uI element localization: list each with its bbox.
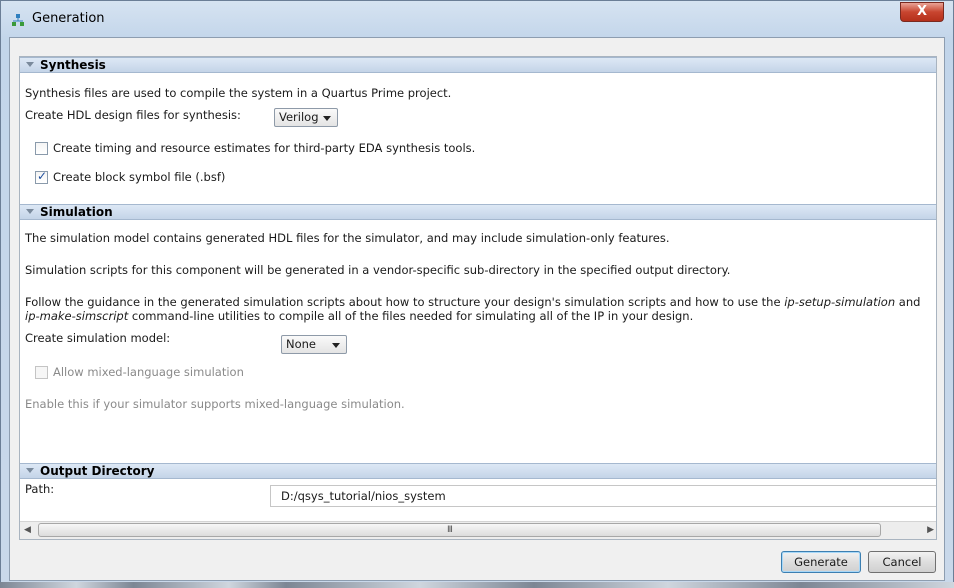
simulation-model-value: None <box>286 337 317 351</box>
generate-button[interactable]: Generate <box>781 551 861 573</box>
mixed-language-checkbox[interactable] <box>35 366 48 379</box>
collapse-triangle-icon[interactable] <box>26 209 34 214</box>
path-label: Path: <box>25 482 55 496</box>
generation-window: Generation X Synthesis Synthesis files a… <box>0 0 954 588</box>
hdl-language-select[interactable]: Verilog <box>274 108 338 127</box>
simulation-guidance-line-2: ip-make-simscript command-line utilities… <box>25 309 694 323</box>
collapse-triangle-icon[interactable] <box>26 468 34 473</box>
mixed-language-label: Allow mixed-language simulation <box>53 365 244 379</box>
block-symbol-checkbox[interactable] <box>35 169 48 184</box>
scroll-left-arrow-icon[interactable]: ◀ <box>24 525 31 535</box>
taskbar-strip <box>0 582 954 588</box>
simulation-description-1: The simulation model contains generated … <box>25 231 670 245</box>
simulation-model-label: Create simulation model: <box>25 331 171 345</box>
scroll-right-arrow-icon[interactable]: ▶ <box>927 525 934 535</box>
simulation-section-header[interactable]: Simulation <box>20 204 936 220</box>
timing-estimates-label: Create timing and resource estimates for… <box>53 141 476 155</box>
synthesis-description: Synthesis files are used to compile the … <box>25 86 452 100</box>
dialog-client: Synthesis Synthesis files are used to co… <box>9 37 945 581</box>
scroll-grip-icon: III <box>447 525 453 535</box>
output-path-field[interactable]: D:/qsys_tutorial/nios_system <box>270 485 936 507</box>
settings-panel: Synthesis Synthesis files are used to co… <box>19 56 937 540</box>
simulation-model-select[interactable]: None <box>281 335 347 354</box>
simulation-description-2: Simulation scripts for this component wi… <box>25 263 731 277</box>
synthesis-header-label: Synthesis <box>40 58 106 72</box>
cancel-button[interactable]: Cancel <box>868 551 936 573</box>
hdl-language-value: Verilog <box>279 110 319 124</box>
block-symbol-label: Create block symbol file (.bsf) <box>53 170 226 184</box>
timing-estimates-checkbox[interactable] <box>35 142 48 155</box>
output-section-header[interactable]: Output Directory <box>20 463 936 479</box>
dropdown-arrow-icon <box>323 116 331 121</box>
dropdown-arrow-icon <box>332 343 340 348</box>
scroll-thumb[interactable]: III <box>38 523 881 537</box>
simulation-header-label: Simulation <box>40 205 113 219</box>
title-bar: Generation X <box>1 1 953 37</box>
output-header-label: Output Directory <box>40 464 155 478</box>
hierarchy-icon <box>12 14 24 26</box>
hdl-synthesis-label: Create HDL design files for synthesis: <box>25 108 241 122</box>
horizontal-scrollbar[interactable]: ◀ III ▶ <box>20 521 936 539</box>
close-button[interactable]: X <box>900 2 944 22</box>
window-title: Generation <box>32 11 105 26</box>
mixed-language-hint: Enable this if your simulator supports m… <box>25 397 405 411</box>
simulation-guidance-line-1: Follow the guidance in the generated sim… <box>25 295 921 309</box>
collapse-triangle-icon[interactable] <box>26 62 34 67</box>
synthesis-section-header[interactable]: Synthesis <box>20 57 936 73</box>
